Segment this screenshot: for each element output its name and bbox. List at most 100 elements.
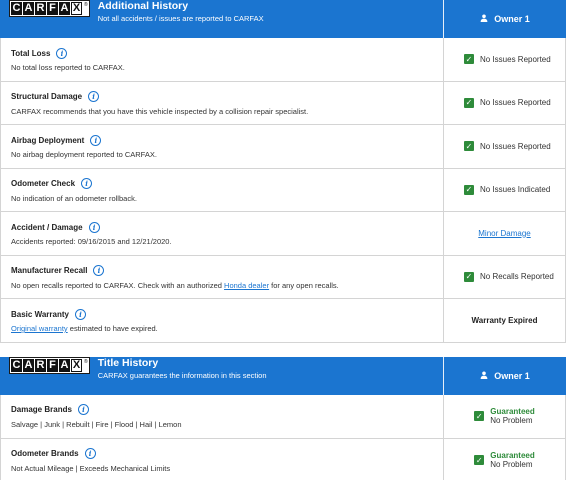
row-details: Basic Warranty i Original warranty estima…: [0, 299, 443, 342]
row-description: Salvage | Junk | Rebuilt | Fire | Flood …: [11, 419, 182, 429]
owner-label: Owner 1: [494, 14, 530, 24]
row-title: Accident / Damage: [11, 222, 83, 232]
logo-letter: F: [47, 2, 58, 15]
header-titles: Title History CARFAX guarantees the info…: [98, 357, 267, 381]
status-text: No Issues Reported: [480, 141, 551, 151]
logo-letter: A: [23, 2, 34, 15]
checkbox-checked-icon: ✓: [474, 411, 485, 421]
logo-letter: F: [47, 358, 58, 372]
row-title-wrap: Odometer Brands i: [11, 448, 443, 460]
info-icon[interactable]: i: [88, 221, 100, 233]
row-title-wrap: Airbag Deployment i: [11, 134, 443, 146]
row-title: Damage Brands: [11, 405, 72, 414]
status-text: No Issues Reported: [480, 54, 551, 64]
guarantee-status: Guaranteed No Problem: [490, 407, 534, 425]
logo-letter: R: [35, 358, 46, 372]
info-icon[interactable]: i: [77, 404, 89, 415]
row-description: No open recalls reported to CARFAX. Chec…: [11, 281, 443, 290]
checkbox-checked-icon: ✓: [464, 97, 474, 108]
row-title: Odometer Check: [11, 179, 76, 188]
header-left: C A R F A X ® Title History CARFAX guarantees …: [0, 356, 443, 395]
status-text: No Issues Reported: [480, 98, 551, 108]
checkbox-checked-icon: ✓: [464, 141, 474, 152]
recall-desc-post: for any open recalls.: [269, 280, 339, 290]
row-details: Total Loss i No total loss reported to CA…: [0, 38, 443, 81]
logo-trademark: ®: [84, 358, 88, 365]
status-text: No Issues Indicated: [480, 185, 551, 195]
row-title-wrap: Basic Warranty i: [11, 308, 443, 320]
row-details: Structural Damage i CARFAX recommends tha…: [0, 81, 443, 124]
logo-letter: C: [11, 358, 22, 372]
additional-history-section: C A R F A X ® Additional History Not all accid…: [0, 0, 566, 343]
section-title: Title History: [97, 356, 159, 369]
row-details: Manufacturer Recall i No open recalls rep…: [0, 255, 443, 298]
status-text: Warranty Expired: [471, 315, 538, 325]
row-status: Warranty Expired: [443, 299, 566, 342]
info-icon[interactable]: i: [88, 91, 100, 102]
history-row-airbag-deployment: Airbag Deployment i No airbag deployment …: [0, 125, 566, 169]
checkbox-checked-icon: ✓: [464, 184, 474, 195]
logo-letter: A: [59, 358, 70, 372]
history-row-odometer-check: Odometer Check i No indication of an odom…: [0, 168, 566, 212]
section-subtitle: Not all accidents / issues are reported …: [97, 14, 264, 23]
row-title-wrap: Total Loss i: [11, 47, 443, 59]
row-title-wrap: Manufacturer Recall i: [11, 265, 443, 277]
row-title-wrap: Structural Damage i: [11, 91, 443, 103]
info-icon[interactable]: i: [84, 448, 96, 459]
carfax-logo: C A R F A X ®: [9, 0, 90, 17]
row-description: Original warranty estimated to have expi…: [11, 324, 443, 333]
title-history-section: C A R F A X ® Title History CARFAX guarantees …: [0, 356, 566, 480]
row-title-wrap: Odometer Check i: [11, 178, 443, 190]
row-details: Odometer Check i No indication of an odom…: [0, 168, 443, 211]
guarantee-status: Guaranteed No Problem: [490, 451, 534, 469]
info-icon[interactable]: i: [81, 178, 93, 189]
minor-damage-link[interactable]: Minor Damage: [478, 229, 530, 238]
additional-history-header: C A R F A X ® Additional History Not all accid…: [0, 0, 566, 38]
logo-letter: A: [59, 2, 70, 15]
section-subtitle: CARFAX guarantees the information in thi…: [97, 370, 267, 380]
row-title: Manufacturer Recall: [11, 266, 88, 275]
row-details: Airbag Deployment i No airbag deployment …: [0, 125, 443, 168]
row-status: Minor Damage: [443, 212, 566, 255]
info-icon[interactable]: i: [74, 308, 86, 320]
info-icon[interactable]: i: [93, 265, 105, 276]
checkbox-checked-icon: ✓: [474, 455, 485, 465]
logo-letter: X: [71, 358, 82, 372]
carfax-logo: C A R F A X ®: [9, 356, 90, 374]
no-problem-text: No Problem: [490, 460, 533, 469]
guaranteed-text: Guaranteed: [490, 407, 535, 416]
person-icon: [480, 14, 488, 24]
row-title-wrap: Accident / Damage i: [11, 221, 443, 233]
no-problem-text: No Problem: [490, 416, 533, 425]
row-description: No indication of an odometer rollback.: [11, 193, 137, 203]
title-history-header: C A R F A X ® Title History CARFAX guarantees …: [0, 356, 566, 395]
row-description: No total loss reported to CARFAX.: [11, 63, 125, 72]
title-row-damage-brands: Damage Brands i Salvage | Junk | Rebuilt …: [0, 394, 566, 439]
row-details: Damage Brands i Salvage | Junk | Rebuilt …: [0, 394, 443, 438]
row-title: Basic Warranty: [11, 309, 69, 319]
row-status: ✓ No Issues Reported: [443, 38, 566, 81]
row-title: Structural Damage: [11, 92, 83, 101]
checkbox-checked-icon: ✓: [464, 271, 474, 282]
row-details: Odometer Brands i Not Actual Mileage | Ex…: [0, 438, 443, 480]
row-title: Odometer Brands: [11, 449, 79, 458]
logo-letter: A: [23, 358, 34, 372]
row-description: Not Actual Mileage | Exceeds Mechanical …: [11, 463, 171, 473]
row-title: Airbag Deployment: [11, 135, 85, 145]
status-text: No Recalls Reported: [480, 272, 554, 282]
recall-desc-pre: No open recalls reported to CARFAX. Chec…: [11, 280, 225, 290]
info-icon[interactable]: i: [90, 134, 102, 146]
history-row-total-loss: Total Loss i No total loss reported to CA…: [0, 38, 566, 82]
owner-column-header: Owner 1: [443, 356, 566, 395]
original-warranty-link[interactable]: Original warranty: [11, 324, 68, 333]
logo-letter: R: [35, 2, 46, 15]
row-description: Accidents reported: 09/16/2015 and 12/21…: [11, 237, 172, 246]
row-status: ✓ Guaranteed No Problem: [443, 438, 566, 480]
history-row-accident-damage: Accident / Damage i Accidents reported: 0…: [0, 212, 566, 256]
header-titles: Additional History Not all accidents / i…: [98, 0, 264, 24]
title-row-odometer-brands: Odometer Brands i Not Actual Mileage | Ex…: [0, 438, 566, 480]
honda-dealer-link[interactable]: Honda dealer: [224, 281, 269, 290]
logo-trademark: ®: [84, 2, 88, 8]
info-icon[interactable]: i: [56, 47, 68, 59]
